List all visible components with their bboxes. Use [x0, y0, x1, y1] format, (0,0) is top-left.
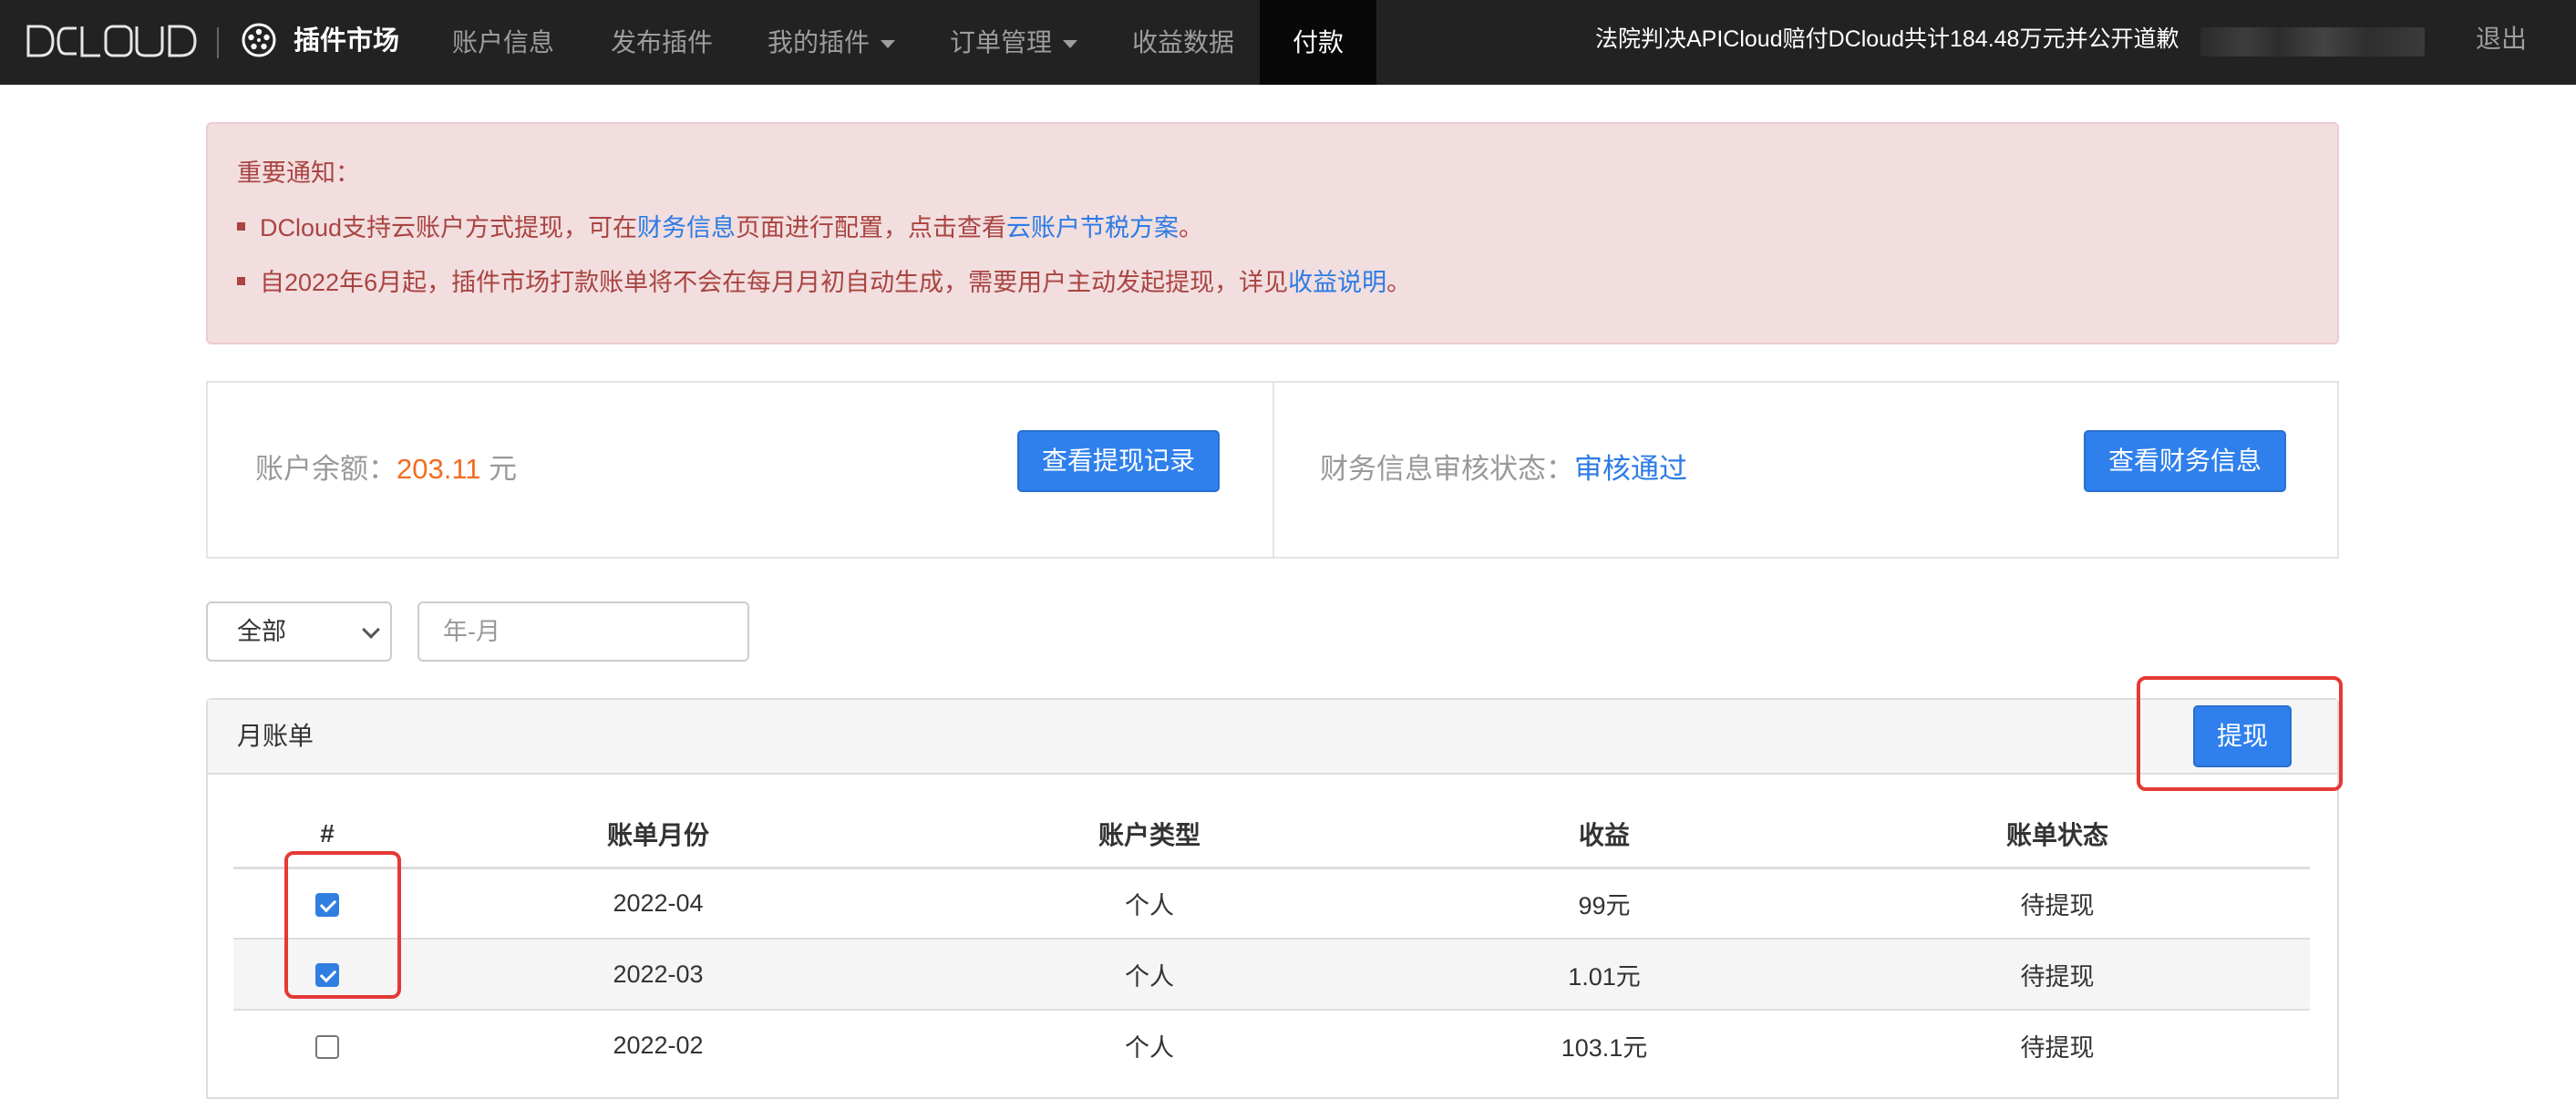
balance-value: 203.11	[397, 453, 481, 485]
nav-notice-link[interactable]: 法院判决APICloud赔付DCloud共计184.48万元并公开道歉	[1595, 0, 2179, 85]
alert-text: 自2022年6月起，插件市场打款账单将不会在每月月初自动生成，需要用户主动发起提…	[260, 269, 1289, 296]
tax-saving-plan-link[interactable]: 云账户节税方案	[1006, 214, 1179, 241]
user-name-blurred[interactable]	[2200, 27, 2425, 56]
alert-item-cloud-account: DCloud支持云账户方式提现，可在财务信息页面进行配置，点击查看云账户节税方案…	[237, 210, 1203, 246]
brand-divider	[217, 27, 219, 58]
table-row: 2022-03 个人 1.01元 待提现	[233, 938, 2310, 1010]
nav-item-publish-plugin[interactable]: 发布插件	[583, 0, 740, 85]
table-header-row: # 账单月份 账户类型 收益 账单状态	[233, 802, 2310, 869]
bill-status-cell: 待提现	[1805, 1009, 2310, 1081]
nav-item-label: 发布插件	[611, 28, 714, 56]
dcloud-logo[interactable]	[26, 20, 199, 62]
withdraw-highlight-box	[2137, 676, 2343, 791]
nav-item-account-info[interactable]: 账户信息	[425, 0, 582, 85]
chevron-down-icon	[1063, 40, 1078, 49]
column-header: 账户类型	[895, 802, 1404, 869]
finance-audit-status: 财务信息审核状态：审核通过	[1320, 447, 1687, 492]
bullet-icon	[237, 222, 245, 231]
column-header: 账单月份	[421, 802, 895, 869]
nav-item-label: 付款	[1292, 28, 1344, 56]
bill-month-cell: 2022-02	[421, 1009, 895, 1081]
account-type-cell: 个人	[895, 1009, 1404, 1081]
view-withdraw-record-button[interactable]: 查看提现记录	[1017, 430, 1220, 492]
bill-panel-title: 月账单	[237, 722, 314, 750]
row-checkbox[interactable]	[315, 1034, 339, 1059]
chevron-down-icon	[362, 621, 380, 639]
audit-label: 财务信息审核状态：	[1320, 453, 1574, 485]
bullet-icon	[237, 277, 245, 286]
nav-item-payment[interactable]: 付款	[1260, 0, 1376, 85]
income-cell: 99元	[1404, 867, 1805, 939]
finance-info-link[interactable]: 财务信息	[637, 214, 736, 241]
logout-link[interactable]: 退出	[2476, 0, 2527, 85]
panel-divider	[1273, 383, 1274, 557]
account-balance: 账户余额：203.11 元	[255, 447, 517, 492]
nav-item-order-management[interactable]: 订单管理	[922, 0, 1105, 85]
plugin-market-icon	[241, 22, 277, 58]
checkbox-highlight-box	[284, 851, 401, 999]
alert-item-withdraw-rule: 自2022年6月起，插件市场打款账单将不会在每月月初自动生成，需要用户主动发起提…	[237, 264, 1411, 301]
chevron-down-icon	[881, 40, 896, 49]
bill-panel-header: 月账单 提现	[208, 700, 2337, 775]
audit-status-value: 审核通过	[1574, 453, 1687, 485]
table-row: 2022-04 个人 99元 待提现	[233, 867, 2310, 939]
account-type-cell: 个人	[895, 938, 1404, 1010]
select-value: 全部	[237, 618, 286, 645]
account-summary-panel: 账户余额：203.11 元 查看提现记录 财务信息审核状态：审核通过 查看财务信…	[206, 381, 2339, 559]
bill-status-cell: 待提现	[1805, 867, 2310, 939]
nav-item-label: 收益数据	[1132, 28, 1235, 56]
column-header: 账单状态	[1805, 802, 2310, 869]
alert-text: DCloud支持云账户方式提现，可在	[260, 214, 638, 241]
income-cell: 1.01元	[1404, 938, 1805, 1010]
alert-text: 。	[1179, 214, 1204, 241]
income-explanation-link[interactable]: 收益说明	[1288, 269, 1386, 296]
alert-title: 重要通知：	[237, 159, 360, 187]
plugin-market-title[interactable]: 插件市场	[294, 23, 399, 59]
column-header: 收益	[1404, 802, 1805, 869]
row-select-cell	[233, 1009, 421, 1081]
alert-text: 页面进行配置，点击查看	[736, 214, 1007, 241]
top-navbar: 插件市场 账户信息 发布插件 我的插件 订单管理 收益数据 付款 法院判决API…	[0, 0, 2576, 85]
alert-text: 。	[1386, 269, 1412, 296]
table-row: 2022-02 个人 103.1元 待提现	[233, 1009, 2310, 1081]
nav-item-my-plugins[interactable]: 我的插件	[740, 0, 922, 85]
month-input[interactable]: 年-月	[417, 601, 749, 662]
bill-month-cell: 2022-04	[421, 867, 895, 939]
balance-unit: 元	[489, 453, 518, 485]
account-type-cell: 个人	[895, 867, 1404, 939]
nav-item-label: 账户信息	[452, 28, 555, 56]
nav-item-label: 我的插件	[768, 28, 871, 56]
balance-label: 账户余额：	[255, 453, 397, 485]
bill-status-cell: 待提现	[1805, 938, 2310, 1010]
nav-item-label: 订单管理	[950, 28, 1053, 56]
dcloud-logo-icon	[26, 25, 197, 57]
nav-item-income-data[interactable]: 收益数据	[1105, 0, 1262, 85]
bill-month-cell: 2022-03	[421, 938, 895, 1010]
bill-type-select[interactable]: 全部	[206, 601, 392, 662]
income-cell: 103.1元	[1404, 1009, 1805, 1081]
important-notice-alert: 重要通知： DCloud支持云账户方式提现，可在财务信息页面进行配置，点击查看云…	[206, 122, 2339, 344]
bill-table: # 账单月份 账户类型 收益 账单状态 2022-04 个人 99元 待提现 2…	[233, 802, 2310, 1081]
view-finance-info-button[interactable]: 查看财务信息	[2084, 430, 2286, 492]
